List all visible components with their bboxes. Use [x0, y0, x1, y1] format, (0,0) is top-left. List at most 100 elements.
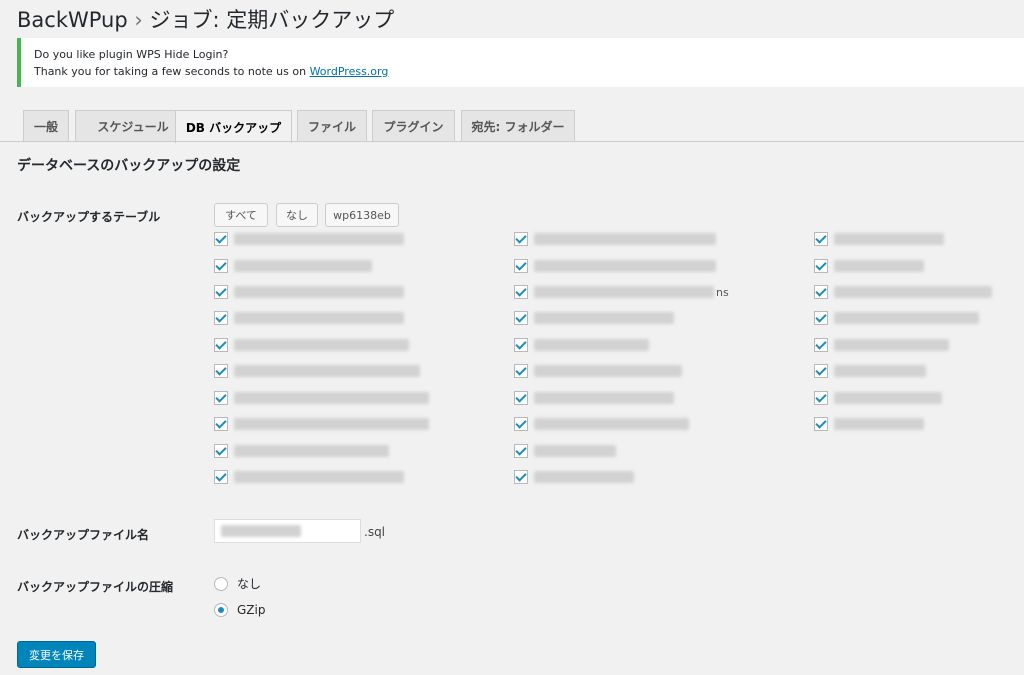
checkbox-checked-icon	[514, 338, 528, 352]
redacted-table-name	[534, 339, 649, 351]
plugin-name: BackWPup	[17, 8, 128, 32]
select-none-button[interactable]: なし	[276, 203, 318, 227]
redacted-table-name	[834, 365, 926, 377]
table-checkbox[interactable]	[214, 416, 429, 432]
redacted-table-name	[234, 392, 429, 404]
table-checkbox[interactable]	[514, 258, 716, 274]
redacted-table-name	[834, 418, 924, 430]
title-separator: ›	[134, 8, 143, 32]
checkbox-checked-icon	[814, 364, 828, 378]
redacted-table-name	[234, 233, 404, 245]
table-checkbox[interactable]	[514, 416, 689, 432]
redacted-table-name	[234, 365, 420, 377]
job-title: ジョブ: 定期バックアップ	[149, 8, 395, 32]
table-checkbox[interactable]	[514, 469, 634, 485]
table-checkbox[interactable]	[814, 363, 926, 379]
redacted-table-name	[534, 445, 616, 457]
table-checkbox[interactable]	[814, 390, 942, 406]
table-checkbox[interactable]	[514, 310, 674, 326]
compression-option-label: なし	[237, 577, 262, 591]
table-checkbox[interactable]	[214, 363, 420, 379]
table-checkbox[interactable]	[814, 231, 944, 247]
checkbox-checked-icon	[514, 391, 528, 405]
table-name-suffix: ns	[716, 285, 729, 299]
checkbox-checked-icon	[514, 285, 528, 299]
table-checkbox[interactable]	[214, 337, 409, 353]
checkbox-checked-icon	[214, 232, 228, 246]
tab-files[interactable]: ファイル	[297, 110, 367, 141]
compression-label: バックアップファイルの圧縮	[17, 580, 174, 594]
wordpress-org-link[interactable]: WordPress.org	[310, 65, 389, 78]
table-checkbox[interactable]	[814, 416, 924, 432]
checkbox-checked-icon	[214, 338, 228, 352]
checkbox-checked-icon	[814, 391, 828, 405]
redacted-filename	[221, 525, 301, 537]
redacted-table-name	[834, 260, 924, 272]
table-checkbox[interactable]	[214, 284, 404, 300]
save-changes-button[interactable]: 変更を保存	[17, 641, 96, 668]
compression-option-none[interactable]: なし	[214, 575, 261, 592]
checkbox-checked-icon	[214, 391, 228, 405]
table-checkbox[interactable]: ns	[514, 284, 729, 300]
select-prefix-button[interactable]: wp6138eb	[325, 203, 399, 227]
table-checkbox[interactable]	[514, 231, 716, 247]
redacted-table-name	[534, 392, 674, 404]
checkbox-checked-icon	[514, 232, 528, 246]
table-checkbox[interactable]	[214, 443, 389, 459]
table-checkbox[interactable]	[214, 390, 429, 406]
redacted-table-name	[234, 312, 404, 324]
checkbox-checked-icon	[514, 311, 528, 325]
redacted-table-name	[234, 445, 389, 457]
redacted-table-name	[234, 418, 429, 430]
table-checkbox[interactable]	[514, 363, 682, 379]
select-all-button[interactable]: すべて	[214, 203, 268, 227]
tab-schedule[interactable]: スケジュール	[75, 110, 191, 141]
redacted-table-name	[534, 286, 714, 298]
backup-filename-input[interactable]	[214, 519, 361, 543]
tab-plugins[interactable]: プラグイン	[372, 110, 455, 141]
redacted-table-name	[234, 286, 404, 298]
checkbox-checked-icon	[214, 364, 228, 378]
tables-label: バックアップするテーブル	[17, 210, 161, 224]
table-checkbox[interactable]	[214, 258, 372, 274]
checkbox-checked-icon	[814, 285, 828, 299]
notice-line-1: Do you like plugin WPS Hide Login?	[34, 48, 229, 61]
admin-notice: Do you like plugin WPS Hide Login? Thank…	[17, 38, 1024, 87]
redacted-table-name	[534, 260, 716, 272]
checkbox-checked-icon	[214, 444, 228, 458]
redacted-table-name	[834, 339, 949, 351]
checkbox-checked-icon	[514, 417, 528, 431]
table-checkbox[interactable]	[814, 337, 949, 353]
checkbox-checked-icon	[814, 311, 828, 325]
tabs-baseline	[0, 141, 1024, 142]
filename-extension: .sql	[364, 525, 386, 539]
table-checkbox[interactable]	[514, 337, 649, 353]
table-checkbox[interactable]	[214, 231, 404, 247]
notice-line-2-text: Thank you for taking a few seconds to no…	[34, 65, 310, 78]
table-checkbox[interactable]	[814, 310, 979, 326]
redacted-table-name	[834, 233, 944, 245]
table-checkbox[interactable]	[214, 310, 404, 326]
notice-line-2: Thank you for taking a few seconds to no…	[34, 63, 1011, 80]
redacted-table-name	[534, 471, 634, 483]
compression-option-label: GZip	[237, 603, 266, 617]
tab-destination-folder[interactable]: 宛先: フォルダー	[461, 110, 575, 141]
redacted-table-name	[834, 312, 979, 324]
redacted-table-name	[834, 392, 942, 404]
checkbox-checked-icon	[814, 232, 828, 246]
checkbox-checked-icon	[514, 470, 528, 484]
filename-label: バックアップファイル名	[17, 528, 150, 542]
table-checkbox[interactable]	[514, 390, 674, 406]
tab-general[interactable]: 一般	[23, 110, 69, 141]
redacted-table-name	[534, 233, 716, 245]
checkbox-checked-icon	[214, 285, 228, 299]
radio-unselected-icon	[214, 576, 228, 591]
redacted-table-name	[834, 286, 992, 298]
table-checkbox[interactable]	[814, 258, 924, 274]
table-checkbox[interactable]	[514, 443, 616, 459]
compression-option-gzip[interactable]: GZip	[214, 603, 265, 617]
checkbox-checked-icon	[514, 444, 528, 458]
table-checkbox[interactable]	[814, 284, 992, 300]
table-checkbox[interactable]	[214, 469, 404, 485]
tab-db-backup[interactable]: DB バックアップ	[175, 110, 292, 143]
